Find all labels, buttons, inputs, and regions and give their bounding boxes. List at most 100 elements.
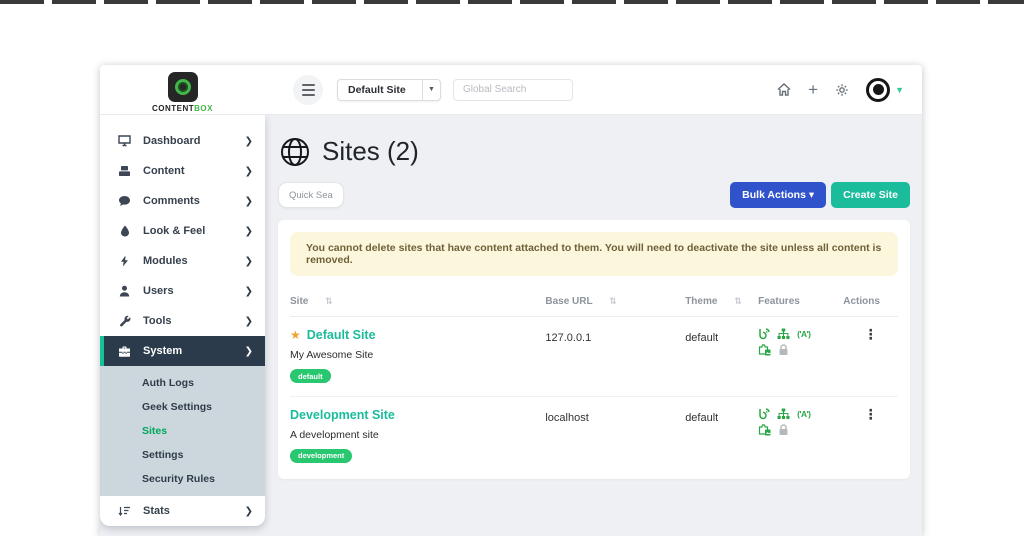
sidebar-toggle-button[interactable] bbox=[293, 75, 323, 105]
base-url-value: 127.0.0.1 bbox=[545, 332, 591, 344]
bolt-icon bbox=[117, 255, 132, 267]
sidebar-item-look-feel[interactable]: Look & Feel ❯ bbox=[100, 216, 265, 246]
site-slug-badge: default bbox=[290, 369, 331, 383]
logo-mark bbox=[168, 72, 198, 102]
sidebar-item-tools[interactable]: Tools ❯ bbox=[100, 306, 265, 336]
sidebar: Dashboard ❯ Content ❯ Comments ❯ bbox=[100, 115, 265, 526]
table-row-development-site: Development Site A development site deve… bbox=[290, 396, 898, 475]
plus-icon: + bbox=[808, 81, 818, 98]
theme-value: default bbox=[685, 412, 718, 424]
submenu-item-settings[interactable]: Settings bbox=[100, 443, 265, 467]
sort-icon[interactable]: ⇅ bbox=[325, 296, 333, 306]
features-cell: ('A') bbox=[758, 328, 822, 356]
site-select[interactable]: Default Site ▼ bbox=[337, 79, 441, 101]
page: CONTENTBOX Default Site ▼ bbox=[0, 0, 1024, 536]
base-url-value: localhost bbox=[545, 412, 588, 424]
site-description: My Awesome Site bbox=[290, 349, 545, 361]
chevron-right-icon: ❯ bbox=[245, 136, 253, 147]
chevron-right-icon: ❯ bbox=[245, 256, 253, 267]
blog-icon[interactable] bbox=[758, 328, 770, 340]
chevron-right-icon: ❯ bbox=[245, 346, 253, 357]
home-button[interactable] bbox=[777, 83, 791, 96]
user-menu[interactable]: ▼ bbox=[866, 78, 904, 102]
quick-add-button[interactable]: + bbox=[808, 81, 818, 98]
column-header-base-url: Base URL bbox=[545, 296, 592, 307]
select-caret-icon: ▼ bbox=[422, 80, 440, 100]
column-header-theme: Theme bbox=[685, 296, 717, 307]
sites-toolbar: Bulk Actions ▾ Create Site bbox=[278, 182, 910, 208]
wrench-icon bbox=[117, 315, 132, 327]
chevron-right-icon: ❯ bbox=[245, 286, 253, 297]
app-window: CONTENTBOX Default Site ▼ bbox=[100, 65, 922, 536]
theme-value: default bbox=[685, 332, 718, 344]
sidebar-item-comments[interactable]: Comments ❯ bbox=[100, 186, 265, 216]
page-title: Sites (2) bbox=[322, 136, 419, 167]
column-header-site: Site bbox=[290, 296, 308, 307]
toolbox-icon bbox=[117, 346, 132, 357]
header-actions: + ▼ bbox=[777, 78, 922, 102]
sort-icon[interactable]: ⇅ bbox=[609, 296, 617, 306]
contentbox-logo[interactable]: CONTENTBOX bbox=[100, 66, 265, 113]
submenu-item-auth-logs[interactable]: Auth Logs bbox=[100, 371, 265, 395]
desktop-icon bbox=[117, 135, 132, 147]
sites-table: Site ⇅ Base URL ⇅ Theme ⇅ bbox=[290, 288, 898, 475]
chevron-right-icon: ❯ bbox=[245, 196, 253, 207]
features-cell: ('A') bbox=[758, 408, 822, 436]
lock-icon[interactable] bbox=[778, 424, 789, 436]
sidebar-item-stats[interactable]: Stats ❯ bbox=[100, 496, 265, 526]
sitemap-icon[interactable] bbox=[777, 328, 790, 340]
page-title-row: Sites (2) bbox=[278, 128, 910, 169]
submenu-item-sites[interactable]: Sites bbox=[100, 419, 265, 443]
star-icon: ★ bbox=[290, 328, 301, 342]
site-select-value: Default Site bbox=[338, 84, 422, 96]
bulk-actions-button[interactable]: Bulk Actions ▾ bbox=[730, 182, 826, 208]
warning-alert: You cannot delete sites that have conten… bbox=[290, 232, 898, 276]
sort-icon[interactable]: ⇅ bbox=[734, 296, 742, 306]
chevron-right-icon: ❯ bbox=[245, 506, 253, 517]
browser-edge-decoration bbox=[0, 0, 1024, 4]
settings-button[interactable] bbox=[835, 83, 849, 97]
comment-icon bbox=[117, 195, 132, 207]
boxes-icon bbox=[117, 165, 132, 177]
blog-icon[interactable] bbox=[758, 408, 770, 420]
avatar bbox=[866, 78, 890, 102]
table-row-default-site: ★ Default Site My Awesome Site default 1… bbox=[290, 317, 898, 397]
sitemap-icon[interactable] bbox=[777, 408, 790, 420]
home-icon bbox=[777, 83, 791, 96]
site-slug-badge: development bbox=[290, 449, 352, 463]
column-header-actions: Actions bbox=[843, 296, 880, 307]
media-icon[interactable] bbox=[758, 424, 771, 436]
table-header-row: Site ⇅ Base URL ⇅ Theme ⇅ bbox=[290, 288, 898, 317]
hamburger-icon bbox=[302, 84, 315, 96]
sidebar-item-system[interactable]: System ❯ bbox=[100, 336, 265, 366]
sidebar-item-users[interactable]: Users ❯ bbox=[100, 276, 265, 306]
logo-wordmark: CONTENTBOX bbox=[152, 104, 213, 113]
submenu-item-security-rules[interactable]: Security Rules bbox=[100, 467, 265, 491]
top-header: CONTENTBOX Default Site ▼ bbox=[100, 65, 922, 115]
sort-amount-icon bbox=[117, 506, 132, 517]
row-actions-button[interactable]: ⋮ bbox=[843, 328, 898, 340]
quick-search-input[interactable] bbox=[278, 182, 344, 208]
site-link[interactable]: ★ Default Site bbox=[290, 328, 545, 342]
site-link[interactable]: Development Site bbox=[290, 408, 545, 422]
logo-text-content: CONTENT bbox=[152, 104, 194, 113]
user-icon bbox=[117, 285, 132, 297]
chevron-right-icon: ❯ bbox=[245, 166, 253, 177]
sidebar-item-dashboard[interactable]: Dashboard ❯ bbox=[100, 126, 265, 156]
create-site-button[interactable]: Create Site bbox=[831, 182, 910, 208]
media-icon[interactable] bbox=[758, 344, 771, 356]
global-search-input[interactable] bbox=[453, 79, 573, 101]
gear-icon bbox=[835, 83, 849, 97]
main-content: Sites (2) Bulk Actions ▾ Create Site You… bbox=[265, 115, 922, 536]
logo-text-box: BOX bbox=[194, 104, 213, 113]
chevron-right-icon: ❯ bbox=[245, 316, 253, 327]
lock-icon[interactable] bbox=[778, 344, 789, 356]
system-submenu: Auth Logs Geek Settings Sites Settings S… bbox=[100, 366, 265, 496]
row-actions-button[interactable]: ⋮ bbox=[843, 408, 898, 420]
broadcast-tower-icon[interactable]: ('A') bbox=[797, 408, 810, 420]
submenu-item-geek-settings[interactable]: Geek Settings bbox=[100, 395, 265, 419]
broadcast-tower-icon[interactable]: ('A') bbox=[797, 328, 810, 340]
sidebar-item-modules[interactable]: Modules ❯ bbox=[100, 246, 265, 276]
sidebar-item-content[interactable]: Content ❯ bbox=[100, 156, 265, 186]
site-description: A development site bbox=[290, 429, 545, 441]
